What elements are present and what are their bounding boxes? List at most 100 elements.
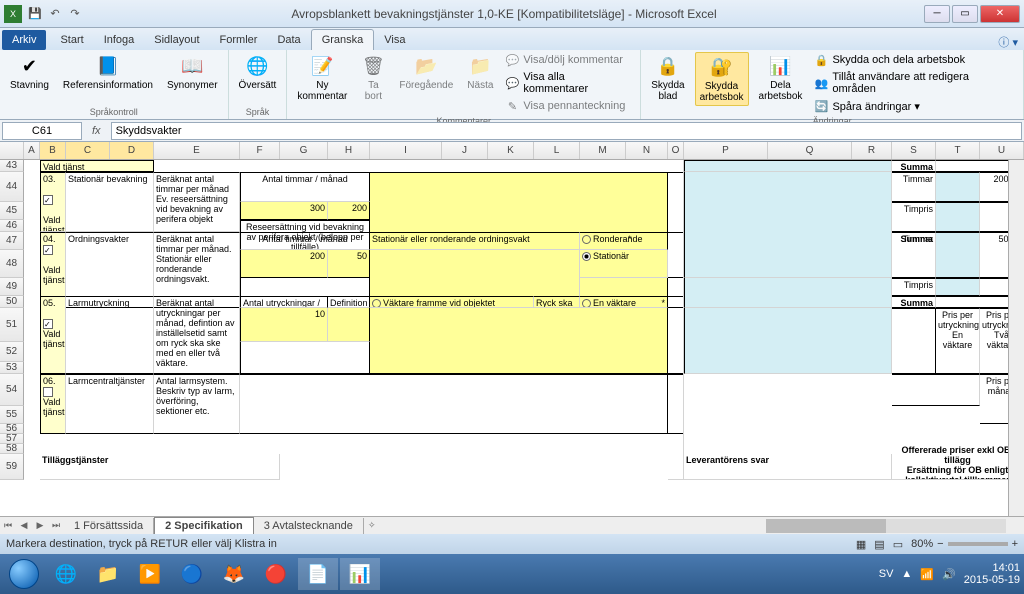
taskbar-clock[interactable]: 14:01 2015-05-19 <box>964 562 1020 586</box>
col-header-T[interactable]: T <box>936 142 980 159</box>
tab-data[interactable]: Data <box>267 30 310 50</box>
cell-b44[interactable]: 03.Vald tjänst <box>40 172 66 232</box>
col-header-A[interactable]: A <box>24 142 40 159</box>
row-header-59[interactable]: 59 <box>0 454 24 480</box>
protect-sheet-button[interactable]: 🔒Skydda blad <box>647 52 688 104</box>
zoom-level[interactable]: 80% <box>911 538 933 550</box>
tab-insert[interactable]: Infoga <box>94 30 145 50</box>
sheet-nav-prev[interactable]: ◀ <box>16 518 32 534</box>
sheet-nav-last[interactable]: ⏭ <box>48 518 64 534</box>
qat-undo-icon[interactable]: ↶ <box>46 5 64 23</box>
col-header-B[interactable]: B <box>40 142 66 159</box>
cell-h45[interactable]: 200 <box>328 202 370 220</box>
tab-home[interactable]: Start <box>50 30 93 50</box>
sheet-tab-new[interactable]: ✧ <box>364 518 380 534</box>
view-layout-icon[interactable]: ▤ <box>874 538 884 551</box>
col-header-D[interactable]: D <box>110 142 154 159</box>
sheet-tab-3[interactable]: 3 Avtalstecknande <box>254 518 364 534</box>
cell-vald-43[interactable]: Vald tjänst <box>40 160 154 172</box>
next-comment-button[interactable]: 📁Nästa <box>463 52 497 93</box>
col-header-K[interactable]: K <box>488 142 534 159</box>
cell-fg45[interactable]: 300 <box>240 202 328 220</box>
share-workbook-button[interactable]: 📊Dela arbetsbok <box>755 52 807 104</box>
radio-stationar[interactable]: Stationär <box>580 250 668 278</box>
taskbar-excel-icon[interactable]: 📊 <box>340 558 380 590</box>
col-header-I[interactable]: I <box>370 142 442 159</box>
fx-icon[interactable]: fx <box>84 125 109 137</box>
sheet-tab-2[interactable]: 2 Specifikation <box>154 517 254 534</box>
tray-network-icon[interactable]: 📶 <box>920 568 934 581</box>
col-header-G[interactable]: G <box>280 142 328 159</box>
vertical-scrollbar[interactable] <box>1008 160 1024 516</box>
sheet-tab-1[interactable]: 1 Försättssida <box>64 518 154 534</box>
row-header-55[interactable]: 55 <box>0 406 24 424</box>
research-button[interactable]: 📘Referensinformation <box>59 52 157 93</box>
col-header-S[interactable]: S <box>892 142 936 159</box>
row-header-54[interactable]: 54 <box>0 374 24 406</box>
sheet-nav-first[interactable]: ⏮ <box>0 518 16 534</box>
col-header-F[interactable]: F <box>240 142 280 159</box>
tab-review[interactable]: Granska <box>311 29 375 50</box>
taskbar-media-icon[interactable]: ▶️ <box>130 558 170 590</box>
tab-formulas[interactable]: Formler <box>210 30 268 50</box>
row-header-52[interactable]: 52 <box>0 342 24 362</box>
row-header-51[interactable]: 51 <box>0 308 24 342</box>
col-header-P[interactable]: P <box>684 142 768 159</box>
thesaurus-button[interactable]: 📖Synonymer <box>163 52 222 93</box>
row-header-48[interactable]: 48 <box>0 250 24 278</box>
zoom-slider[interactable] <box>948 542 1008 546</box>
row-header-47[interactable]: 47 <box>0 232 24 250</box>
row-header-46[interactable]: 46 <box>0 220 24 232</box>
tab-layout[interactable]: Sidlayout <box>144 30 209 50</box>
qat-save-icon[interactable]: 💾 <box>26 5 44 23</box>
taskbar-app-icon[interactable]: 🔴 <box>256 558 296 590</box>
close-button[interactable]: ✕ <box>980 5 1020 23</box>
sheet-nav-next[interactable]: ▶ <box>32 518 48 534</box>
translate-button[interactable]: 🌐Översätt <box>235 52 281 93</box>
col-header-C[interactable]: C <box>66 142 110 159</box>
row-header-58[interactable]: 58 <box>0 444 24 454</box>
col-header-N[interactable]: N <box>626 142 668 159</box>
cell-c44[interactable]: Stationär bevakning <box>66 172 154 232</box>
track-changes-button[interactable]: 🔄Spåra ändringar ▾ <box>812 98 1017 114</box>
minimize-button[interactable]: ─ <box>924 5 950 23</box>
formula-input[interactable]: Skyddsvakter <box>111 122 1022 140</box>
delete-comment-button[interactable]: 🗑Ta bort <box>357 52 389 104</box>
qat-redo-icon[interactable]: ↷ <box>66 5 84 23</box>
col-header-H[interactable]: H <box>328 142 370 159</box>
protect-share-button[interactable]: 🔒Skydda och dela arbetsbok <box>812 52 1017 68</box>
taskbar-explorer-icon[interactable]: 📁 <box>88 558 128 590</box>
row-header-43[interactable]: 43 <box>0 160 24 172</box>
zoom-out-button[interactable]: − <box>937 538 943 550</box>
radio-vaktare[interactable]: Väktare framme vid objektetVäktare inne … <box>370 296 534 308</box>
col-header-U[interactable]: U <box>980 142 1024 159</box>
taskbar-ie-icon[interactable]: 🌐 <box>46 558 86 590</box>
taskbar-word-icon[interactable]: 📄 <box>298 558 338 590</box>
cell-fgh44[interactable]: Antal timmar / månad <box>240 172 370 202</box>
row-header-49[interactable]: 49 <box>0 278 24 296</box>
col-header-R[interactable]: R <box>852 142 892 159</box>
row-header-45[interactable]: 45 <box>0 202 24 220</box>
prev-comment-button[interactable]: 📂Föregående <box>395 52 457 93</box>
col-header-L[interactable]: L <box>534 142 580 159</box>
spelling-button[interactable]: ✔Stavning <box>6 52 53 93</box>
col-header-E[interactable]: E <box>154 142 240 159</box>
language-indicator[interactable]: SV <box>879 568 894 580</box>
protect-workbook-button[interactable]: 🔐Skydda arbetsbok <box>695 52 749 106</box>
showall-comments-button[interactable]: 💬Visa alla kommentarer <box>503 70 634 96</box>
zoom-in-button[interactable]: + <box>1012 538 1018 550</box>
name-box[interactable]: C61 <box>2 122 82 140</box>
new-comment-button[interactable]: 📝Ny kommentar <box>293 52 351 104</box>
taskbar-firefox-icon[interactable]: 🦊 <box>214 558 254 590</box>
row-header-44[interactable]: 44 <box>0 172 24 202</box>
taskbar-chrome-icon[interactable]: 🔵 <box>172 558 212 590</box>
row-header-50[interactable]: 50 <box>0 296 24 308</box>
file-tab[interactable]: Arkiv <box>2 30 46 50</box>
show-ink-button[interactable]: ✎Visa pennanteckning <box>503 98 634 114</box>
view-normal-icon[interactable]: ▦ <box>856 538 866 551</box>
tab-view[interactable]: Visa <box>374 30 415 50</box>
cell-e44[interactable]: Beräknat antal timmar per månadEv. resee… <box>154 172 240 232</box>
col-header-O[interactable]: O <box>668 142 684 159</box>
tray-flag-icon[interactable]: ▲ <box>901 568 912 580</box>
restore-button[interactable]: ▭ <box>952 5 978 23</box>
